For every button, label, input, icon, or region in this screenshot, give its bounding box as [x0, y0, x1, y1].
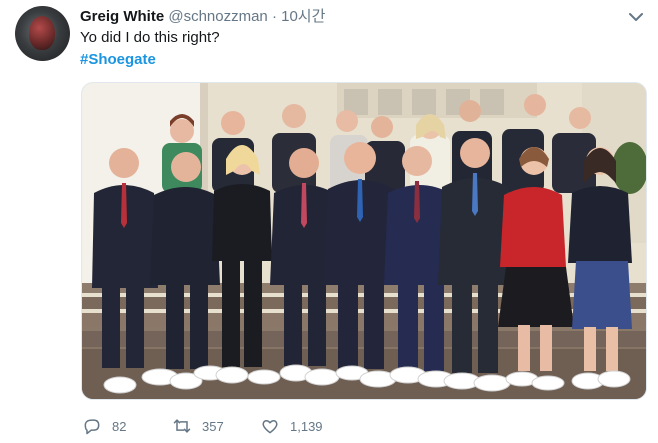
reply-icon	[84, 419, 100, 435]
avatar-image	[29, 16, 55, 50]
hashtag-link[interactable]: #Shoegate	[80, 51, 156, 69]
tweet-actions: 82 357 1,139	[82, 414, 442, 438]
retweet-icon	[173, 419, 191, 433]
reply-count: 82	[112, 418, 127, 434]
author-name[interactable]: Greig White	[80, 8, 164, 25]
reply-button[interactable]: 82	[82, 414, 126, 438]
author-handle[interactable]: @schnozzman	[168, 8, 267, 25]
tweet-timestamp[interactable]: 10시간	[281, 8, 325, 25]
tweet-photo[interactable]	[81, 82, 647, 400]
like-button[interactable]: 1,139	[260, 414, 323, 438]
chevron-down-icon[interactable]	[628, 10, 644, 24]
group-photo-illustration	[82, 83, 646, 399]
tweet-header: Greig White @schnozzman · 10시간	[80, 8, 325, 26]
like-count: 1,139	[290, 418, 323, 434]
retweet-button[interactable]: 357	[172, 414, 224, 438]
retweet-count: 357	[202, 418, 224, 434]
header-separator: ·	[271, 8, 277, 25]
heart-icon	[262, 420, 278, 434]
avatar[interactable]	[15, 6, 70, 61]
tweet-text: Yo did I do this right?	[80, 29, 220, 46]
